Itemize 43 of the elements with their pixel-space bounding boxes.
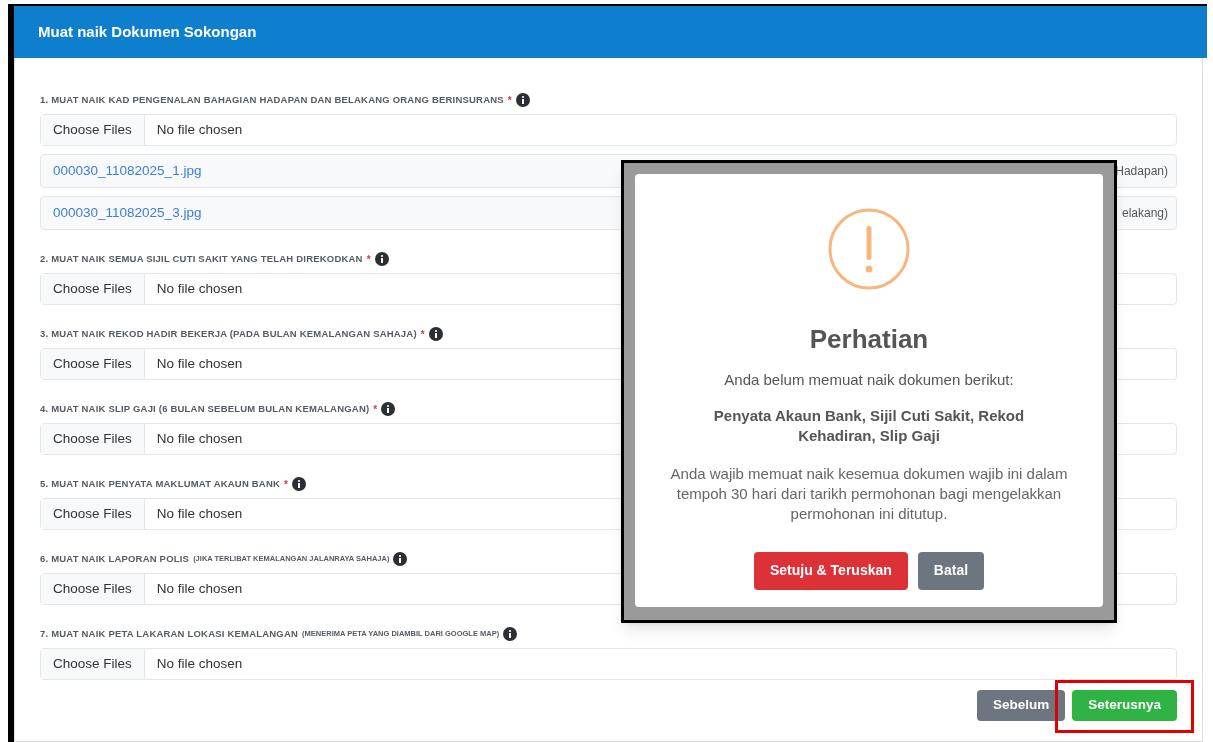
info-icon[interactable] bbox=[428, 327, 443, 341]
choose-files-button[interactable]: Choose Files bbox=[41, 574, 145, 604]
file-input[interactable]: Choose Files No file chosen bbox=[40, 114, 1177, 146]
choose-files-button[interactable]: Choose Files bbox=[41, 274, 145, 304]
file-status: No file chosen bbox=[155, 654, 244, 673]
info-icon[interactable] bbox=[515, 93, 530, 107]
info-icon[interactable] bbox=[374, 252, 389, 266]
field-label: 6. MUAT NAIK LAPORAN POLIS bbox=[40, 551, 190, 566]
required-mark: * bbox=[373, 402, 378, 417]
file-status: No file chosen bbox=[155, 120, 244, 139]
file-status: No file chosen bbox=[155, 279, 244, 298]
field-label: 2. MUAT NAIK SEMUA SIJIL CUTI SAKIT YANG TELAH DIREKODKAN bbox=[40, 251, 363, 266]
field-label: 5. MUAT NAIK PENYATA MAKLUMAT AKAUN BANK bbox=[40, 476, 281, 491]
file-input[interactable]: Choose Files No file chosen bbox=[40, 648, 1177, 680]
file-status: No file chosen bbox=[155, 504, 244, 523]
choose-files-button[interactable]: Choose Files bbox=[41, 424, 145, 454]
file-link[interactable]: 000030_11082025_3.jpg bbox=[53, 202, 202, 224]
field-label: 1. MUAT NAIK KAD PENGENALAN BAHAGIAN HADAPAN DAN BELAKANG ORANG BERINSURANS bbox=[40, 92, 504, 107]
warning-icon bbox=[828, 208, 910, 290]
dialog-button[interactable]: Batal bbox=[917, 551, 985, 590]
field-label: 4. MUAT NAIK SLIP GAJI (6 BULAN SEBELUM BULAN KEMALANGAN) bbox=[40, 401, 370, 416]
info-icon[interactable] bbox=[381, 402, 396, 416]
file-tag: elakang) bbox=[1121, 204, 1168, 222]
field-label: 3. MUAT NAIK REKOD HADIR BEKERJA (PADA BULAN KEMALANGAN SAHAJA) bbox=[40, 326, 417, 341]
info-icon[interactable] bbox=[503, 627, 518, 641]
required-mark: * bbox=[420, 327, 425, 342]
choose-files-button[interactable]: Choose Files bbox=[41, 499, 145, 529]
file-status: No file chosen bbox=[155, 429, 244, 448]
required-mark: * bbox=[284, 477, 288, 492]
choose-files-button[interactable]: Choose Files bbox=[41, 115, 145, 145]
file-link[interactable]: 000030_11082025_1.jpg bbox=[53, 160, 202, 182]
field-label: 7. MUAT NAIK PETA LAKARAN LOKASI KEMALANGAN bbox=[40, 626, 299, 641]
info-icon[interactable] bbox=[291, 477, 306, 491]
dialog-button[interactable]: Setuju & Teruskan bbox=[753, 551, 908, 590]
required-mark: * bbox=[507, 93, 512, 108]
info-icon[interactable] bbox=[393, 552, 408, 566]
choose-files-button[interactable]: Choose Files bbox=[41, 349, 145, 379]
file-status: No file chosen bbox=[155, 579, 244, 598]
file-status: No file chosen bbox=[155, 354, 244, 373]
page-title: Muat naik Dokumen Sokongan bbox=[38, 21, 257, 42]
choose-files-button[interactable]: Choose Files bbox=[41, 649, 145, 679]
required-mark: * bbox=[366, 252, 371, 267]
nav-button[interactable]: Sebelum bbox=[976, 690, 1066, 721]
